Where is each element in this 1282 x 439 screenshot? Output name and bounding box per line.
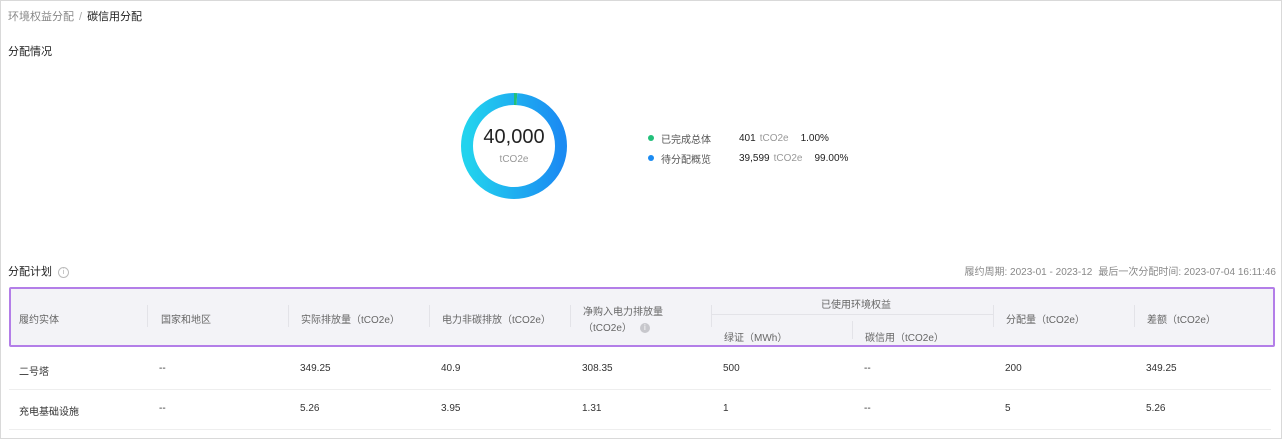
column-divider (993, 305, 994, 327)
header-net-purchase-line1: 净购入电力排放量 (583, 307, 663, 318)
cell-region: -- (159, 363, 166, 374)
table-row[interactable]: 二号塔 -- 349.25 40.9 308.35 500 -- 200 349… (9, 349, 1271, 390)
column-divider (852, 321, 853, 339)
legend-dot-green (648, 135, 654, 141)
donut-legend: 已完成总体 401 tCO2e 1.00% 待分配概览 39,599 tCO2e… (648, 128, 848, 168)
cell-entity: 二号塔 (19, 367, 49, 378)
legend-percent: 99.00% (814, 152, 849, 164)
column-divider (288, 305, 289, 327)
cell-power-noncarbon: 40.9 (441, 363, 461, 374)
breadcrumb-parent-link[interactable]: 环境权益分配 (8, 11, 74, 23)
cell-carbon-credit: -- (864, 403, 871, 414)
legend-label: 已完成总体 (661, 134, 711, 146)
column-divider (1134, 305, 1135, 327)
header-net-purchase-line2: （tCO2e） (583, 323, 632, 334)
column-divider (711, 305, 712, 327)
cell-power-noncarbon: 3.95 (441, 403, 461, 414)
legend-dot-blue (648, 155, 654, 161)
donut-total-value: 40,000 (483, 126, 545, 148)
group-divider (712, 314, 994, 315)
breadcrumb-separator: / (79, 11, 83, 23)
donut-total-unit: tCO2e (499, 154, 529, 165)
header-power-noncarbon: 电力非碳排放（tCO2e） (442, 315, 551, 326)
cell-allocation: 5 (1005, 403, 1011, 414)
legend-value: 401 (739, 132, 756, 144)
header-used-rights-group: 已使用环境权益 (821, 300, 891, 311)
legend-value: 39,599 (739, 152, 770, 164)
header-entity: 履约实体 (19, 315, 59, 326)
header-net-purchase-line2-wrap: （tCO2e） i (583, 319, 650, 334)
cell-net-purchase: 1.31 (582, 403, 602, 414)
header-allocation: 分配量（tCO2e） (1006, 315, 1085, 326)
cell-entity: 充电基础设施 (19, 407, 79, 418)
column-divider (429, 305, 430, 327)
plan-title: 分配计划 (8, 266, 52, 278)
legend-item-pending: 待分配概览 39,599 tCO2e 99.00% (648, 148, 848, 168)
cell-net-purchase: 308.35 (582, 363, 613, 374)
cell-actual-emission: 5.26 (300, 403, 320, 414)
cell-green-cert: 1 (723, 403, 729, 414)
legend-item-completed: 已完成总体 401 tCO2e 1.00% (648, 128, 848, 148)
distribution-title: 分配情况 (8, 46, 52, 58)
donut-chart: 40,000 tCO2e (456, 88, 572, 204)
cell-green-cert: 500 (723, 363, 740, 374)
info-icon[interactable]: i (58, 266, 69, 278)
cell-difference: 5.26 (1146, 403, 1166, 414)
header-difference: 差额（tCO2e） (1147, 315, 1216, 326)
cell-difference: 349.25 (1146, 363, 1177, 374)
cell-allocation: 200 (1005, 363, 1022, 374)
breadcrumb: 环境权益分配 / 碳信用分配 (8, 8, 142, 24)
help-icon[interactable]: i (639, 323, 650, 334)
header-green-cert: 绿证（MWh） (724, 333, 788, 344)
legend-label: 待分配概览 (661, 154, 711, 166)
last-allocation-time: 最后一次分配时间: 2023-07-04 16:11:46 (1098, 267, 1276, 278)
plan-title-wrap: 分配计划 i (8, 263, 69, 279)
donut-center: 40,000 tCO2e (456, 88, 572, 204)
cell-actual-emission: 349.25 (300, 363, 331, 374)
header-carbon-credit: 碳信用（tCO2e） (865, 333, 944, 344)
cell-region: -- (159, 403, 166, 414)
legend-percent: 1.00% (800, 132, 829, 144)
table-row[interactable]: 充电基础设施 -- 5.26 3.95 1.31 1 -- 5 5.26 (9, 389, 1271, 430)
legend-unit: tCO2e (759, 132, 789, 144)
table-header: 履约实体 国家和地区 实际排放量（tCO2e） 电力非碳排放（tCO2e） 净购… (9, 287, 1275, 347)
period-label: 履约周期: 2023-01 - 2023-12 (964, 267, 1093, 278)
header-actual-emission: 实际排放量（tCO2e） (301, 315, 400, 326)
cell-carbon-credit: -- (864, 363, 871, 374)
header-region: 国家和地区 (161, 315, 211, 326)
breadcrumb-current: 碳信用分配 (87, 11, 143, 23)
legend-unit: tCO2e (773, 152, 803, 164)
plan-period-info: 履约周期: 2023-01 - 2023-12 最后一次分配时间: 2023-07… (958, 263, 1276, 278)
column-divider (570, 305, 571, 327)
column-divider (147, 305, 148, 327)
